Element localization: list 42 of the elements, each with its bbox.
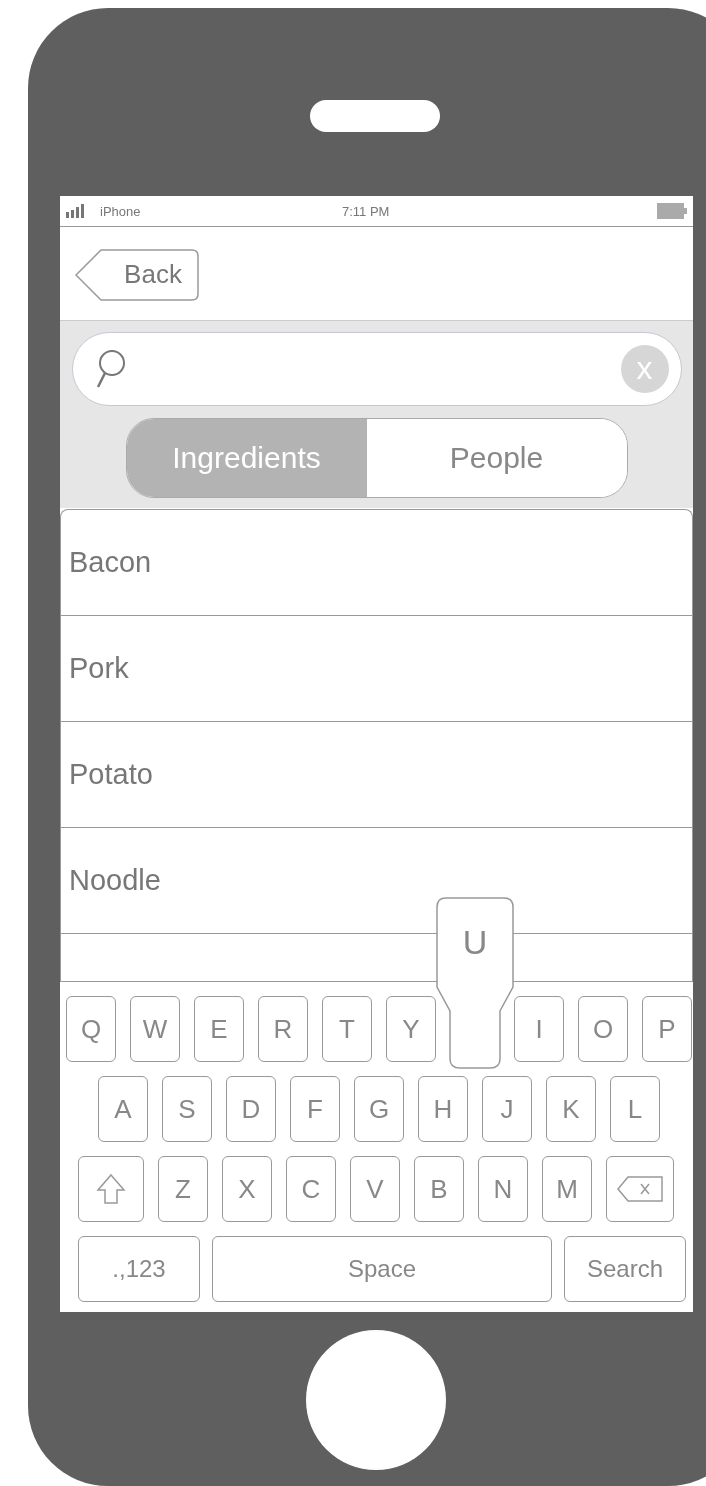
key[interactable]: A: [98, 1076, 148, 1142]
key[interactable]: F: [290, 1076, 340, 1142]
list-row[interactable]: Bacon: [61, 510, 692, 616]
key[interactable]: X: [222, 1156, 272, 1222]
key[interactable]: J: [482, 1076, 532, 1142]
search-key[interactable]: Search: [564, 1236, 686, 1302]
backspace-icon: [616, 1175, 664, 1203]
list-row[interactable]: Potato: [61, 722, 692, 828]
key[interactable]: V: [350, 1156, 400, 1222]
key[interactable]: P: [642, 996, 692, 1062]
key[interactable]: S: [162, 1076, 212, 1142]
key[interactable]: B: [414, 1156, 464, 1222]
search-icon: [94, 349, 125, 389]
clock-label: 7:11 PM: [342, 203, 390, 219]
up-arrow-icon: [96, 1173, 126, 1205]
backspace-key[interactable]: [606, 1156, 674, 1222]
key[interactable]: T: [322, 996, 372, 1062]
back-button[interactable]: Back: [75, 248, 199, 301]
key[interactable]: E: [194, 996, 244, 1062]
key[interactable]: W: [130, 996, 180, 1062]
key[interactable]: G: [354, 1076, 404, 1142]
list-row[interactable]: Pork: [61, 616, 692, 722]
key[interactable]: H: [418, 1076, 468, 1142]
key[interactable]: M: [542, 1156, 592, 1222]
key[interactable]: D: [226, 1076, 276, 1142]
numbers-key[interactable]: .,123: [78, 1236, 200, 1302]
key[interactable]: Y: [386, 996, 436, 1062]
key[interactable]: L: [610, 1076, 660, 1142]
battery-icon: [657, 203, 687, 219]
key[interactable]: I: [514, 996, 564, 1062]
key[interactable]: K: [546, 1076, 596, 1142]
shift-key[interactable]: [78, 1156, 144, 1222]
key[interactable]: Q: [66, 996, 116, 1062]
segment-tab[interactable]: Ingredients: [126, 419, 367, 497]
key[interactable]: C: [286, 1156, 336, 1222]
key[interactable]: R: [258, 996, 308, 1062]
key[interactable]: N: [478, 1156, 528, 1222]
key-popup[interactable]: U: [436, 897, 514, 1069]
key[interactable]: O: [578, 996, 628, 1062]
space-key[interactable]: Space: [212, 1236, 552, 1302]
carrier-label: iPhone: [100, 203, 141, 219]
key[interactable]: Z: [158, 1156, 208, 1222]
